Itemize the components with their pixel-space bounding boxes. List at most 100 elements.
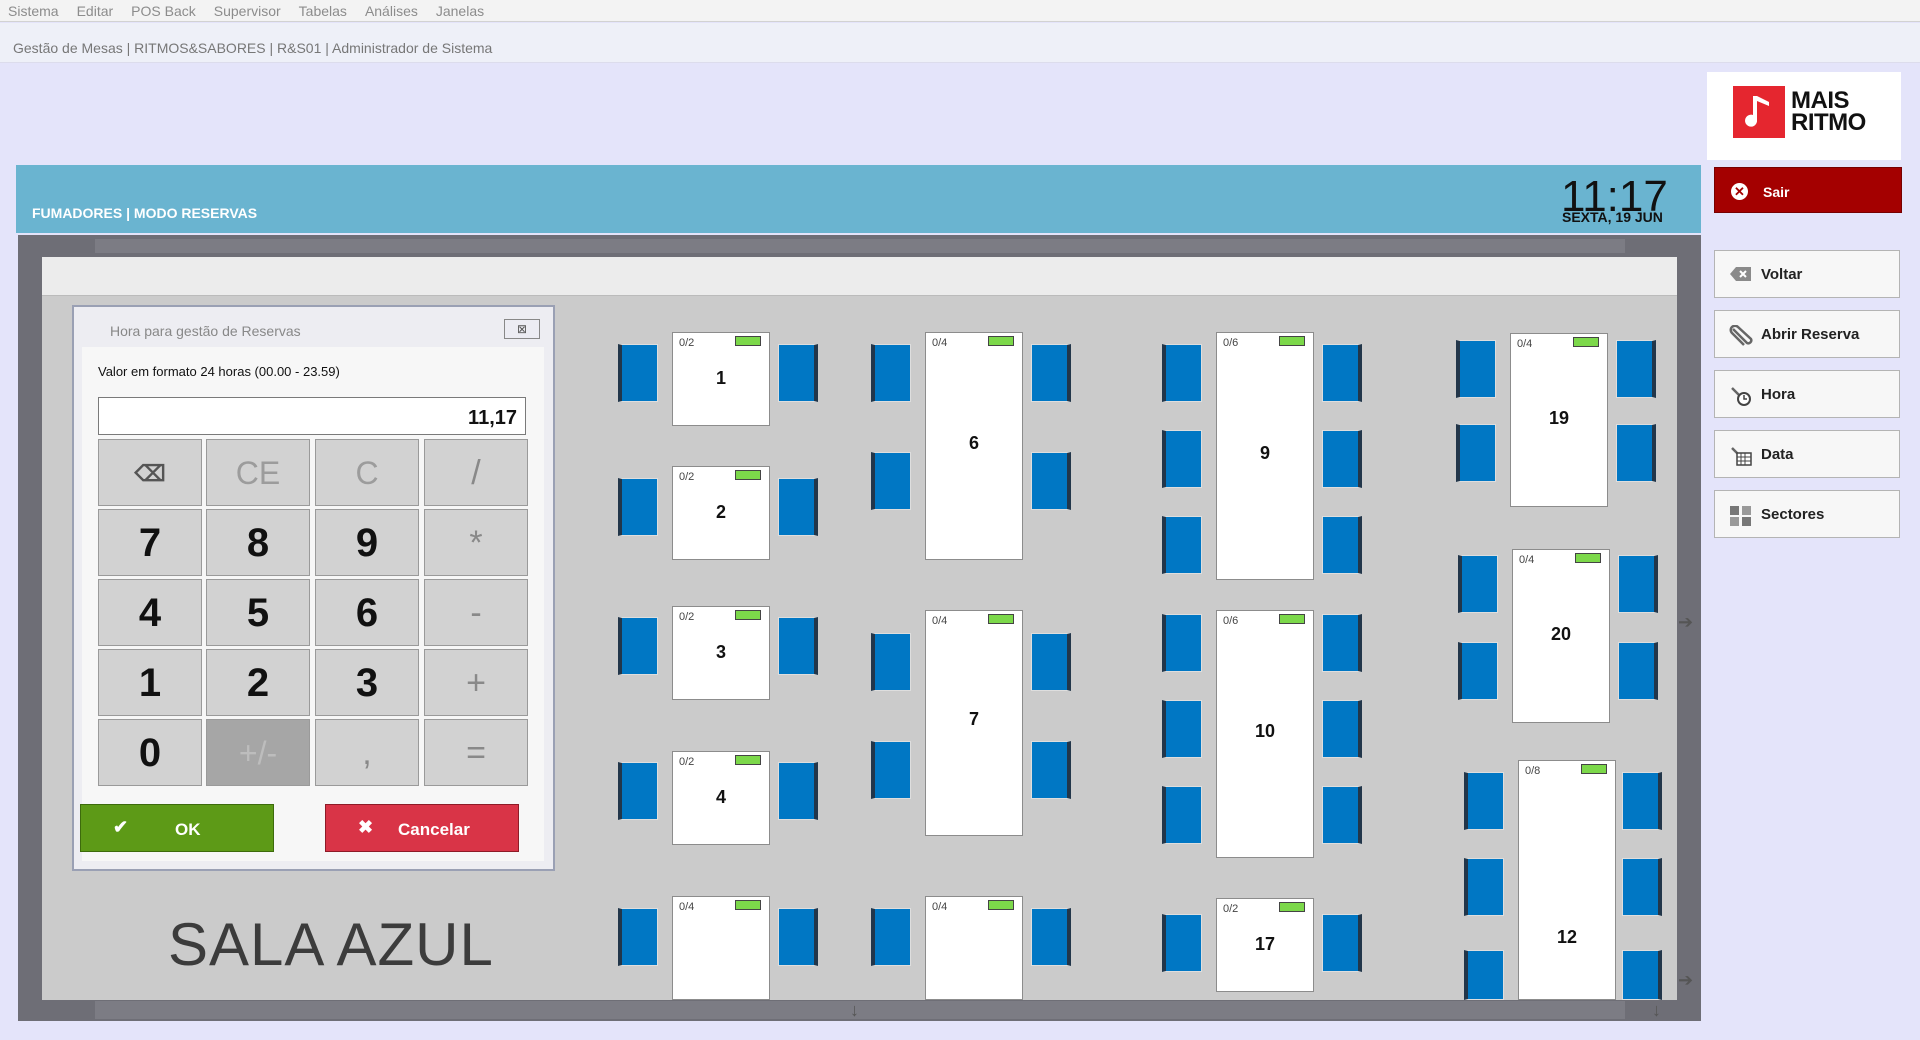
status-lamp	[1573, 337, 1599, 347]
chair	[778, 344, 818, 402]
table-3[interactable]: 0/2 3	[672, 606, 770, 700]
date-button[interactable]: Data	[1714, 430, 1900, 478]
chair	[1322, 344, 1362, 402]
clock-date: SEXTA, 19 JUN	[1562, 209, 1663, 225]
chair	[1031, 452, 1071, 510]
chair	[1458, 642, 1498, 700]
chair	[1322, 914, 1362, 972]
table-10[interactable]: 0/6 10	[1216, 610, 1314, 858]
chair	[871, 741, 911, 799]
table-17[interactable]: 0/2 17	[1216, 898, 1314, 992]
clear-key[interactable]: C	[315, 439, 419, 506]
key-5[interactable]: 5	[206, 579, 310, 646]
chair	[871, 344, 911, 402]
equals-key[interactable]: =	[424, 719, 528, 786]
table-19[interactable]: 0/4 19	[1510, 333, 1608, 507]
sectors-button[interactable]: Sectores	[1714, 490, 1900, 538]
chair	[1031, 344, 1071, 402]
table-1[interactable]: 0/2 1	[672, 332, 770, 426]
back-button[interactable]: Voltar	[1714, 250, 1900, 298]
chair	[778, 478, 818, 536]
close-icon[interactable]: ⊠	[504, 319, 540, 339]
key-2[interactable]: 2	[206, 649, 310, 716]
chair	[1162, 344, 1202, 402]
logo-text: MAIS RITMO	[1791, 87, 1866, 136]
menu-supervisor[interactable]: Supervisor	[214, 3, 281, 19]
window-title: Gestão de Mesas | RITMOS&SABORES | R&S01…	[13, 40, 493, 56]
chair	[871, 908, 911, 966]
chair	[1616, 340, 1656, 398]
table-2[interactable]: 0/2 2	[672, 466, 770, 560]
key-8[interactable]: 8	[206, 509, 310, 576]
exit-button[interactable]: ✕ Sair	[1714, 167, 1902, 213]
status-lamp	[735, 470, 761, 480]
chair	[1322, 516, 1362, 574]
ok-button[interactable]: ✔ OK	[80, 804, 274, 852]
scroll-strip-bottom	[95, 1001, 1625, 1019]
table-6[interactable]: 0/4 6	[925, 332, 1023, 560]
chair	[618, 344, 658, 402]
sign-key[interactable]: +/-	[206, 719, 310, 786]
menu-analises[interactable]: Análises	[365, 3, 418, 19]
divide-key[interactable]: /	[424, 439, 528, 506]
minus-key[interactable]: -	[424, 579, 528, 646]
table-7[interactable]: 0/4 7	[925, 610, 1023, 836]
arrow-down-icon[interactable]: ↓	[850, 1000, 859, 1021]
key-7[interactable]: 7	[98, 509, 202, 576]
cancel-button[interactable]: ✖ Cancelar	[325, 804, 519, 852]
status-lamp	[735, 755, 761, 765]
room-name: SALA AZUL	[168, 911, 494, 978]
status-lamp	[735, 900, 761, 910]
chair	[1162, 700, 1202, 758]
table-20[interactable]: 0/4 20	[1512, 549, 1610, 723]
chair	[1162, 786, 1202, 844]
decimal-key[interactable]: ,	[315, 719, 419, 786]
backspace-key[interactable]: ⌫	[98, 439, 202, 506]
key-6[interactable]: 6	[315, 579, 419, 646]
arrow-right-icon[interactable]: ➔	[1678, 612, 1693, 633]
status-lamp	[1279, 336, 1305, 346]
table-5[interactable]: 0/4	[672, 896, 770, 1000]
chair	[1618, 555, 1658, 613]
check-icon: ✔	[113, 817, 129, 837]
menu-sistema[interactable]: Sistema	[8, 3, 59, 19]
table-4[interactable]: 0/2 4	[672, 751, 770, 845]
chair	[778, 617, 818, 675]
chair	[1622, 858, 1662, 916]
chair	[1031, 633, 1071, 691]
table-12[interactable]: 0/8 12	[1518, 760, 1616, 1000]
arrow-right-icon[interactable]: ➔	[1678, 970, 1693, 991]
table-8[interactable]: 0/4	[925, 896, 1023, 1000]
menu-tabelas[interactable]: Tabelas	[299, 3, 347, 19]
arrow-down-icon[interactable]: ↓	[1652, 1000, 1661, 1021]
open-reservation-button[interactable]: Abrir Reserva	[1714, 310, 1900, 358]
menu-editar[interactable]: Editar	[77, 3, 114, 19]
menu-pos-back[interactable]: POS Back	[131, 3, 196, 19]
chair	[1464, 772, 1504, 830]
chair	[618, 762, 658, 820]
chair	[1622, 772, 1662, 830]
chair	[1322, 700, 1362, 758]
chair	[1162, 430, 1202, 488]
key-0[interactable]: 0	[98, 719, 202, 786]
menu-bar: Sistema Editar POS Back Supervisor Tabel…	[0, 0, 1920, 22]
chair	[1031, 908, 1071, 966]
close-icon: ✕	[1731, 183, 1748, 200]
backspace-icon	[1729, 265, 1753, 285]
chair	[1322, 614, 1362, 672]
chair	[1162, 914, 1202, 972]
menu-janelas[interactable]: Janelas	[436, 3, 484, 19]
multiply-key[interactable]: *	[424, 509, 528, 576]
time-input[interactable]: 11,17	[98, 397, 526, 435]
key-1[interactable]: 1	[98, 649, 202, 716]
chair	[1616, 424, 1656, 482]
key-3[interactable]: 3	[315, 649, 419, 716]
close-icon: ✖	[358, 817, 374, 837]
chair	[871, 452, 911, 510]
time-button[interactable]: Hora	[1714, 370, 1900, 418]
key-9[interactable]: 9	[315, 509, 419, 576]
plus-key[interactable]: +	[424, 649, 528, 716]
table-9[interactable]: 0/6 9	[1216, 332, 1314, 580]
key-4[interactable]: 4	[98, 579, 202, 646]
clear-entry-key[interactable]: CE	[206, 439, 310, 506]
